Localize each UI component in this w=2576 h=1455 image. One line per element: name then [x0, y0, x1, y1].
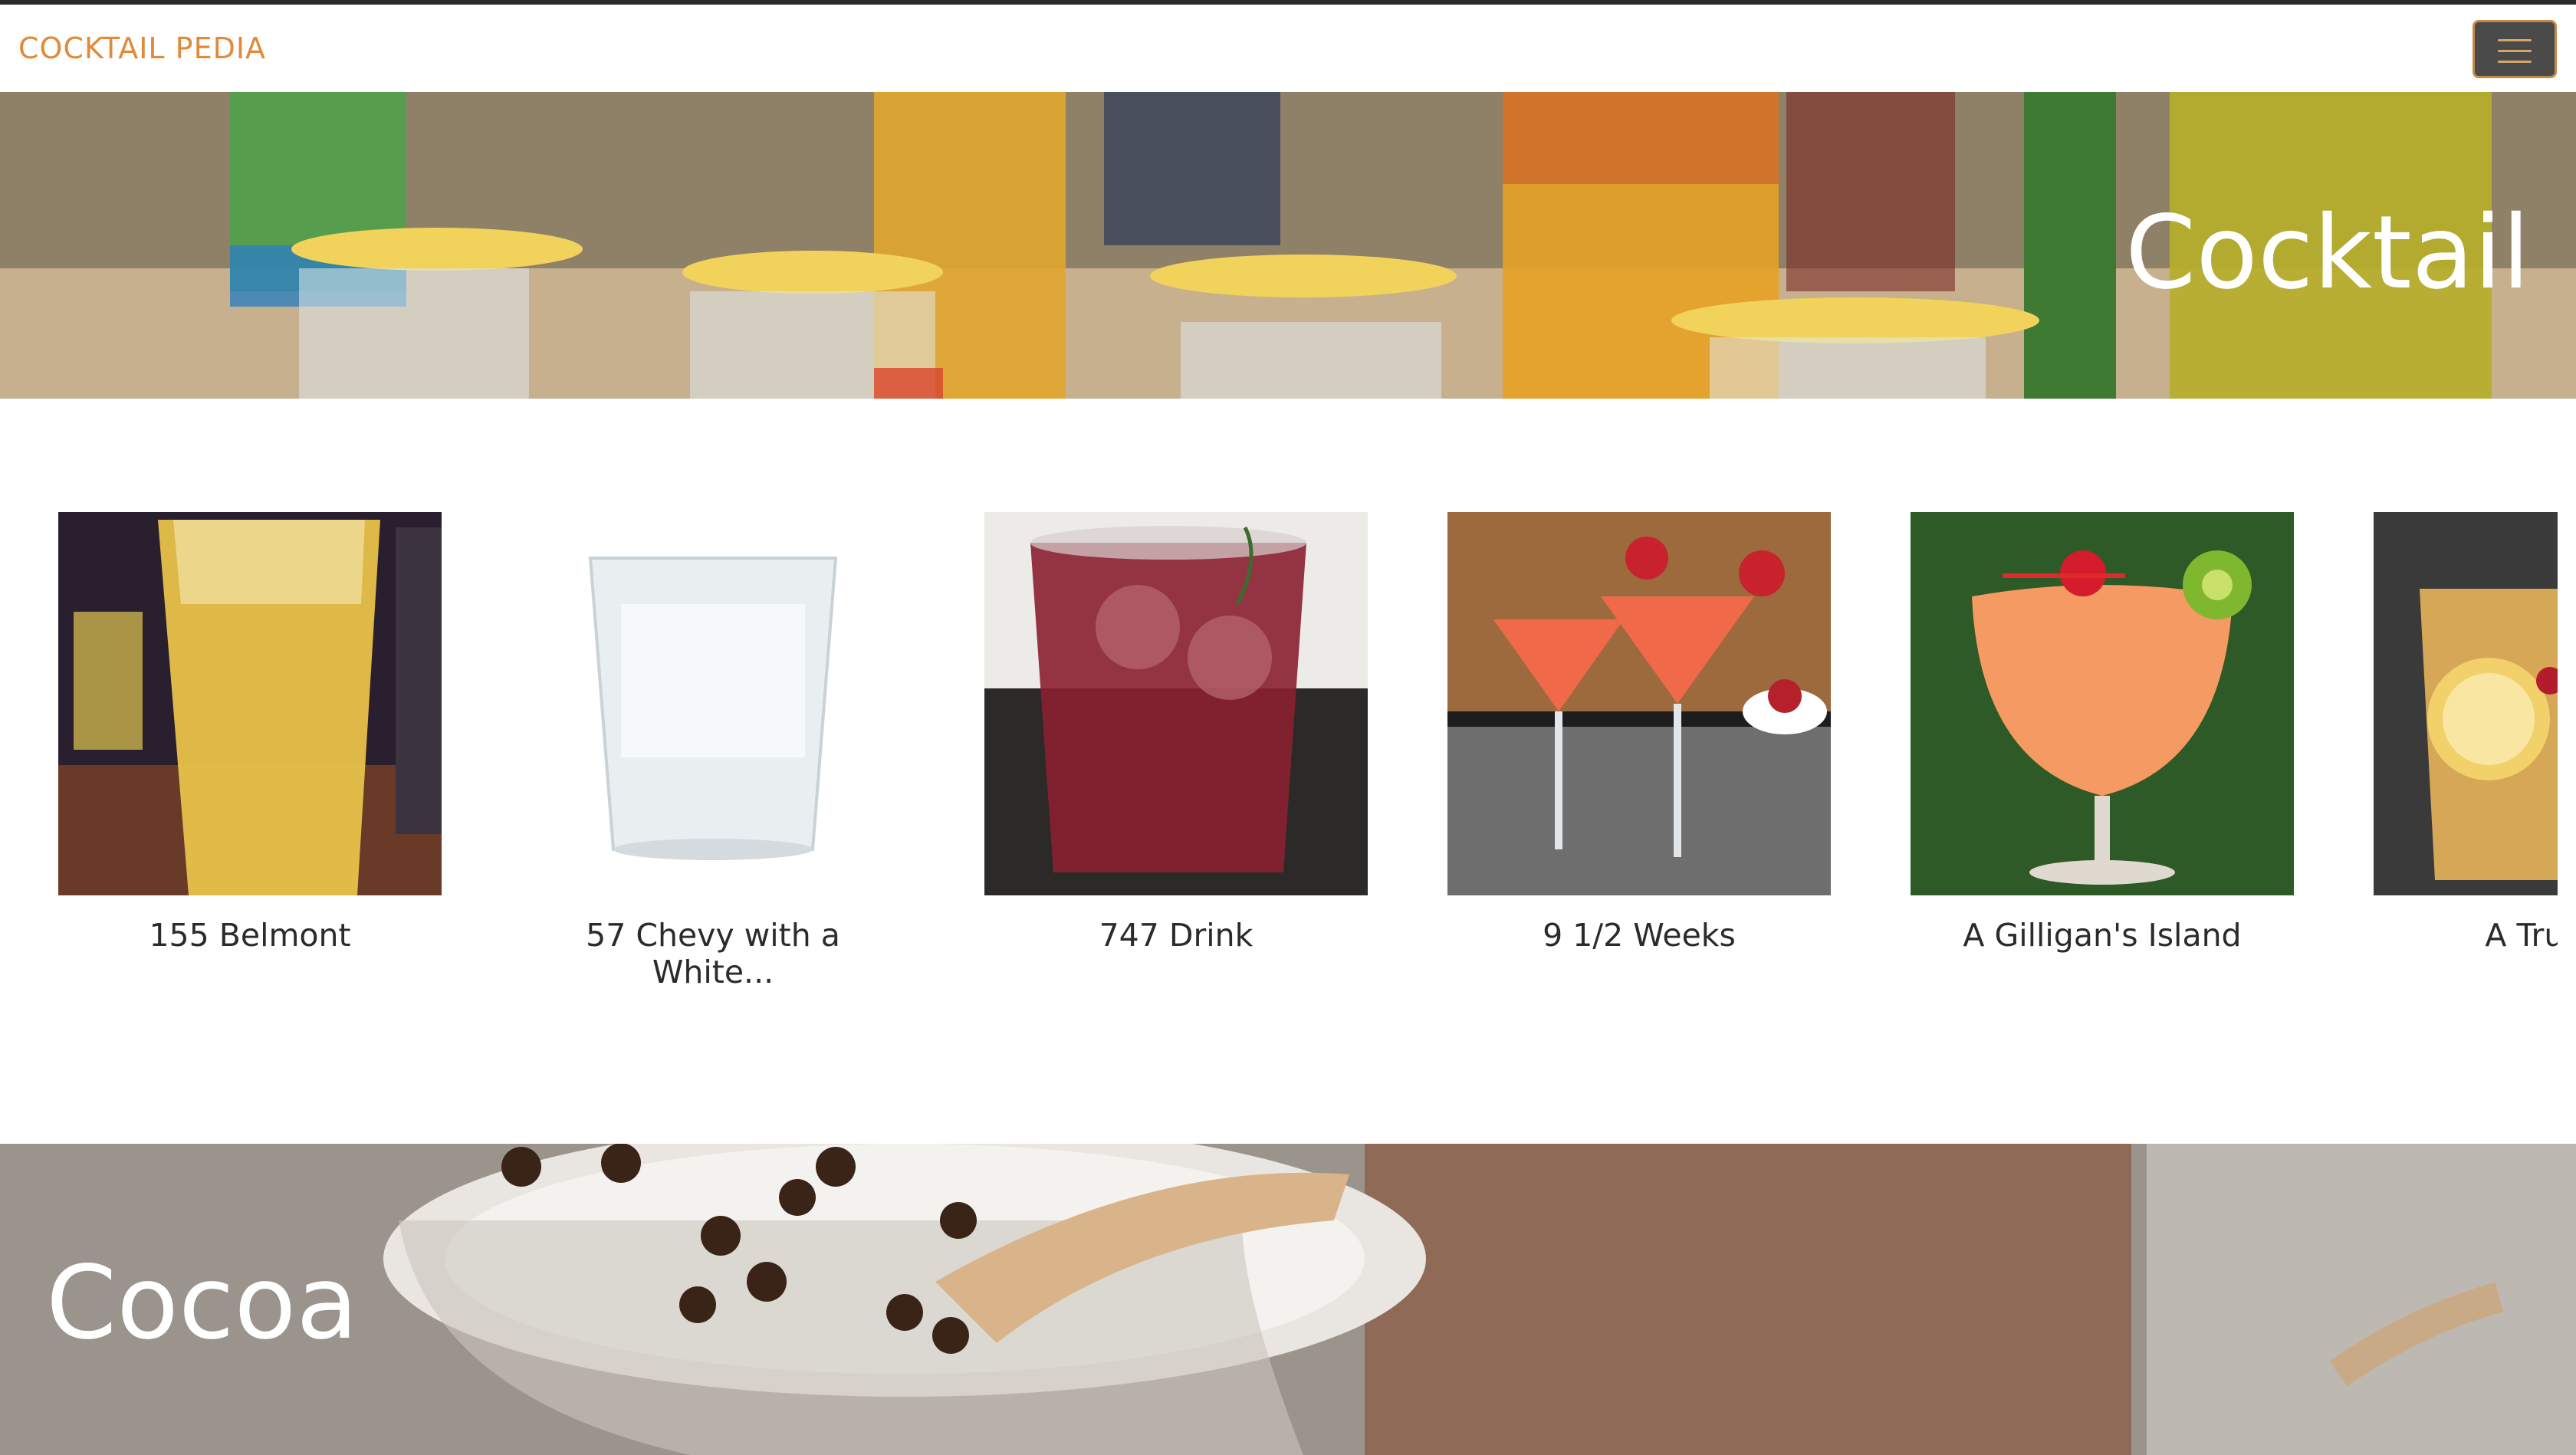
drink-thumbnail[interactable] [984, 512, 1368, 895]
hamburger-icon [2498, 39, 2532, 64]
cocoa-section-title: Cocoa [46, 1244, 359, 1362]
brand-link[interactable]: COCKTAIL PEDIA [18, 31, 266, 66]
drink-card[interactable]: 9 1/2 Weeks [1447, 512, 1831, 954]
drink-card[interactable]: A True Am [2374, 512, 2558, 954]
menu-toggle-button[interactable] [2472, 20, 2557, 78]
drink-name[interactable]: 57 Chevy with a White... [521, 917, 905, 990]
drink-name[interactable]: 747 Drink [984, 917, 1368, 954]
cocktail-carousel[interactable]: 155 Belmont 57 Chevy with a White... 747… [0, 512, 2558, 1010]
drink-name[interactable]: 9 1/2 Weeks [1447, 917, 1831, 954]
cocoa-section-banner[interactable] [0, 1144, 2576, 1455]
navbar: COCKTAIL PEDIA [0, 5, 2576, 92]
drink-thumbnail[interactable] [521, 512, 905, 895]
drink-card[interactable]: A Gilligan's Island [1911, 512, 2294, 954]
drink-name[interactable]: A Gilligan's Island [1911, 917, 2294, 954]
drink-thumbnail[interactable] [1911, 512, 2294, 895]
drink-card[interactable]: 747 Drink [984, 512, 1368, 954]
cocktail-section-title: Cocktail [2125, 194, 2530, 312]
drink-card[interactable]: 155 Belmont [58, 512, 442, 954]
drink-thumbnail[interactable] [1447, 512, 1831, 895]
drink-thumbnail[interactable] [58, 512, 442, 895]
cocoa-banner-image [0, 1144, 2576, 1455]
drink-card[interactable]: 57 Chevy with a White... [521, 512, 905, 990]
drink-thumbnail[interactable] [2374, 512, 2558, 895]
drink-name[interactable]: 155 Belmont [58, 917, 442, 954]
drink-name[interactable]: A True Am [2374, 917, 2558, 954]
